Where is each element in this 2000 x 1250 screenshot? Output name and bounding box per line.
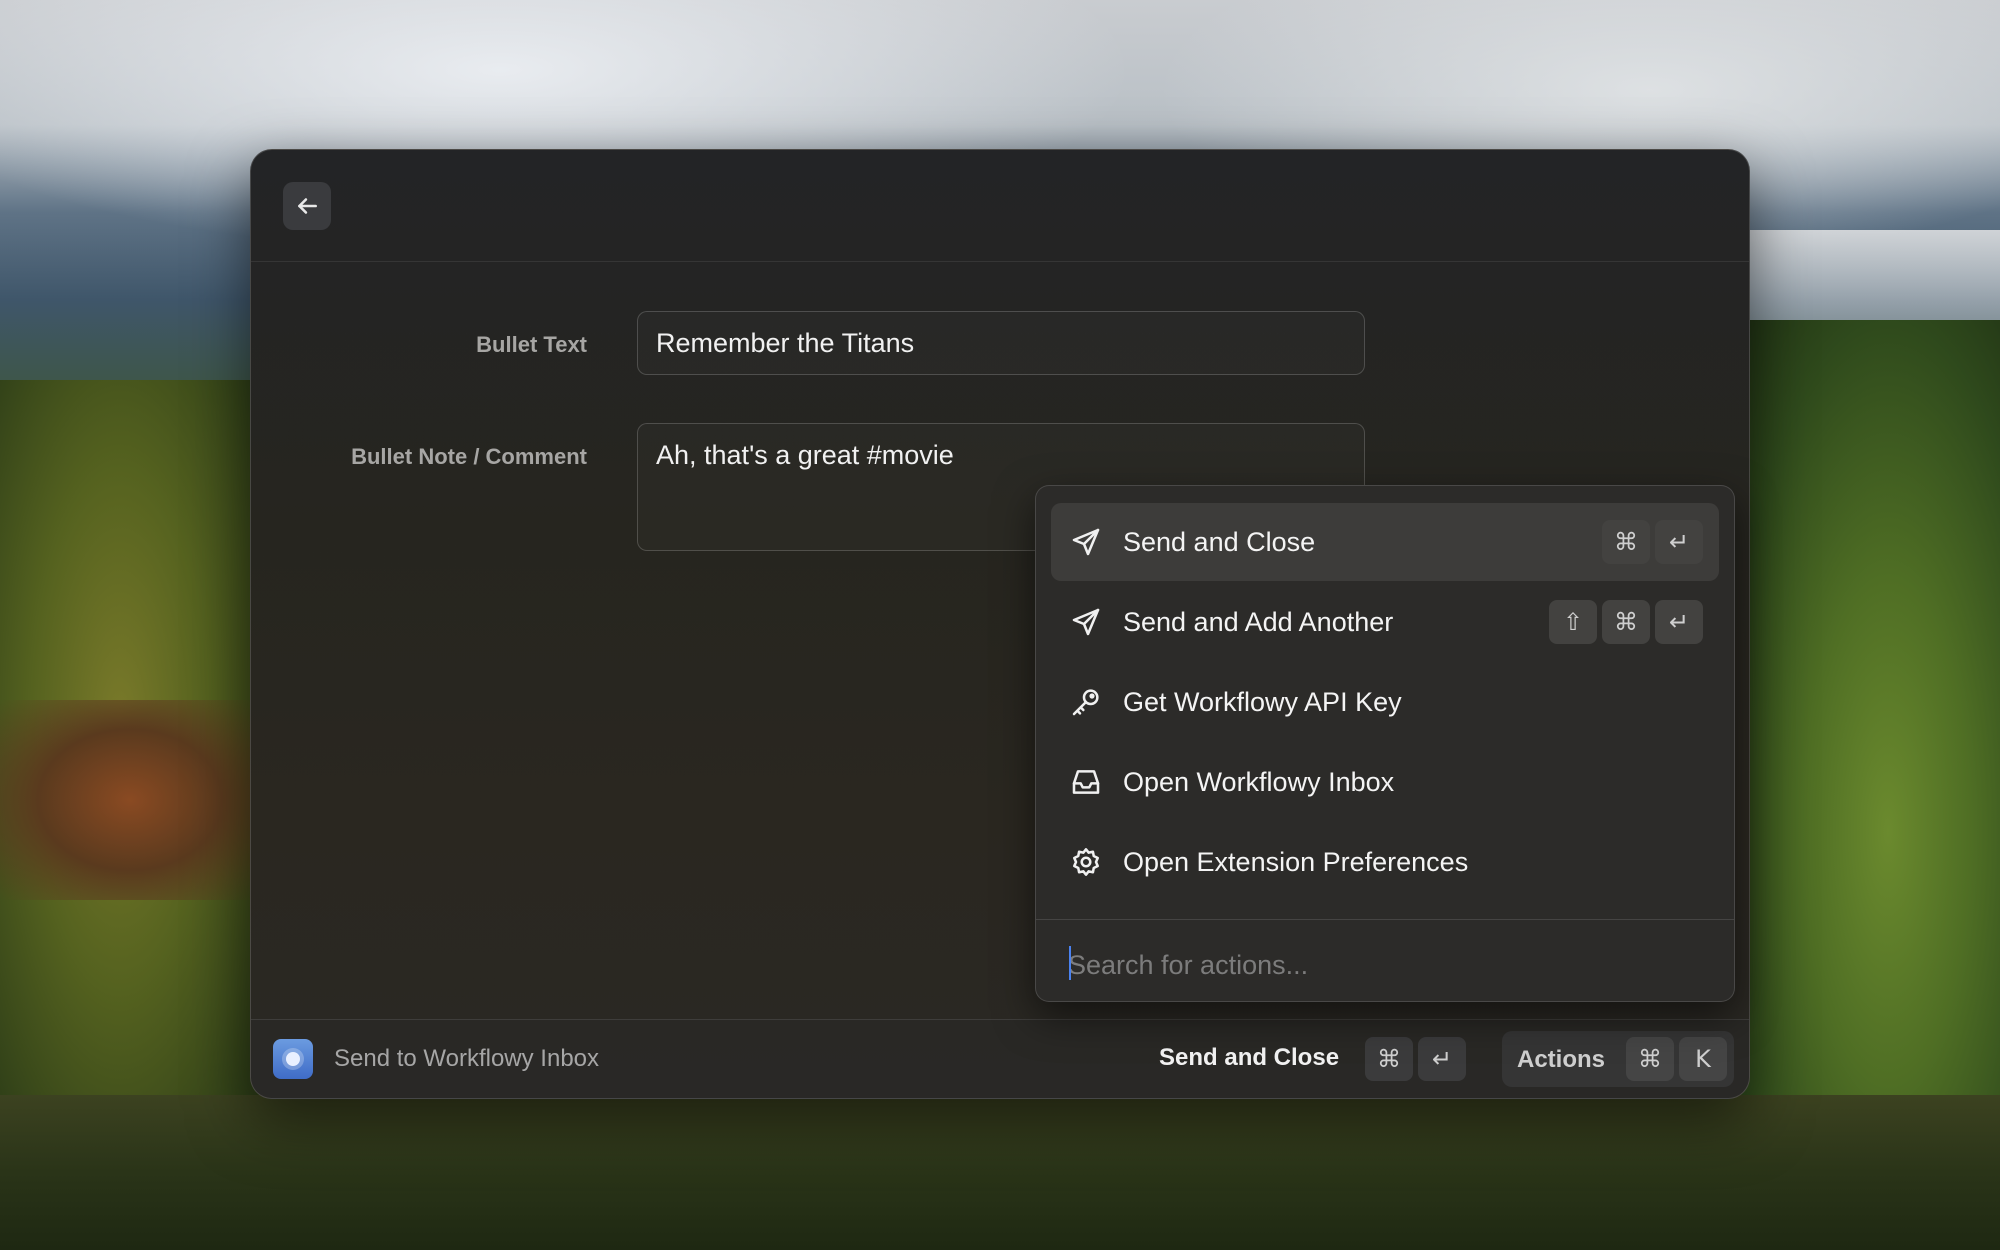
shortcut-return-key: ↵ bbox=[1655, 520, 1703, 564]
bullet-note-value: Ah, that's a great #movie bbox=[656, 440, 954, 470]
send-icon bbox=[1069, 525, 1103, 559]
bullet-text-label: Bullet Text bbox=[476, 332, 587, 357]
menu-item-extension-preferences[interactable]: Open Extension Preferences bbox=[1051, 823, 1719, 901]
shortcut-shift-key: ⇧ bbox=[1549, 600, 1597, 644]
send-icon bbox=[1069, 605, 1103, 639]
menu-item-label: Send and Close bbox=[1123, 527, 1316, 557]
actions-shortcut-cmd-key: ⌘ bbox=[1626, 1037, 1674, 1081]
primary-shortcut-return-key: ↵ bbox=[1418, 1037, 1466, 1081]
back-button[interactable] bbox=[283, 182, 331, 230]
menu-item-label: Open Workflowy Inbox bbox=[1123, 767, 1395, 797]
bullet-text-value: Remember the Titans bbox=[656, 328, 915, 358]
background-trees bbox=[0, 1095, 2000, 1250]
menu-item-open-inbox[interactable]: Open Workflowy Inbox bbox=[1051, 743, 1719, 821]
actions-menu: Send and Close ⌘ ↵ Send and Add Another … bbox=[1035, 485, 1735, 1002]
actions-shortcut-k-key: K bbox=[1679, 1037, 1727, 1081]
shortcut-return-key: ↵ bbox=[1655, 600, 1703, 644]
bullet-text-field[interactable]: Remember the Titans bbox=[637, 311, 1365, 375]
menu-item-label: Send and Add Another bbox=[1123, 607, 1394, 637]
menu-item-send-and-close[interactable]: Send and Close ⌘ ↵ bbox=[1051, 503, 1719, 581]
command-title: Send to Workflowy Inbox bbox=[334, 1045, 600, 1072]
actions-label: Actions bbox=[1517, 1046, 1606, 1073]
menu-item-label: Open Extension Preferences bbox=[1123, 847, 1469, 877]
primary-action-button[interactable]: Send and Close bbox=[1159, 1044, 1339, 1072]
shortcut-cmd-key: ⌘ bbox=[1602, 600, 1650, 644]
workflowy-app-icon bbox=[273, 1039, 313, 1079]
actions-button[interactable]: Actions ⌘ K bbox=[1502, 1031, 1734, 1087]
background-hill-left-soil bbox=[0, 700, 260, 900]
shortcut-cmd-key: ⌘ bbox=[1602, 520, 1650, 564]
bullet-note-label: Bullet Note / Comment bbox=[351, 444, 587, 469]
gear-icon bbox=[1069, 845, 1103, 879]
menu-item-label: Get Workflowy API Key bbox=[1123, 687, 1402, 717]
menu-divider bbox=[1036, 919, 1734, 920]
menu-item-send-and-add-another[interactable]: Send and Add Another ⇧ ⌘ ↵ bbox=[1051, 583, 1719, 661]
action-bar: Send to Workflowy Inbox Send and Close ⌘… bbox=[251, 1019, 1749, 1098]
window-header bbox=[251, 150, 1749, 262]
menu-item-get-api-key[interactable]: Get Workflowy API Key bbox=[1051, 663, 1719, 741]
key-icon bbox=[1069, 685, 1103, 719]
inbox-icon bbox=[1069, 765, 1103, 799]
text-caret bbox=[1069, 946, 1071, 980]
search-actions-input[interactable] bbox=[1066, 944, 1700, 986]
arrow-left-icon bbox=[298, 198, 317, 214]
primary-shortcut-cmd-key: ⌘ bbox=[1365, 1037, 1413, 1081]
